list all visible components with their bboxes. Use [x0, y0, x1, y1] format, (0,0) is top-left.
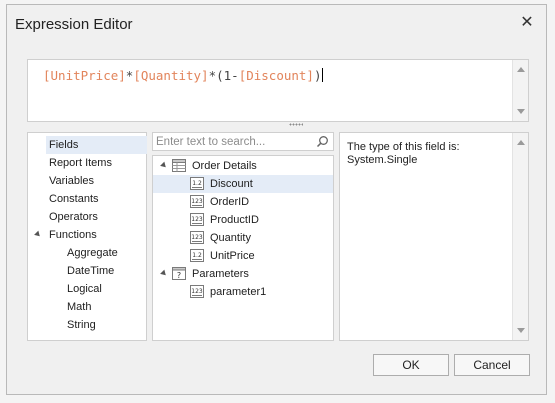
collapse-icon[interactable]: [34, 230, 42, 239]
description-line: System.Single: [347, 154, 418, 166]
category-item-constants[interactable]: Constants: [49, 190, 99, 208]
float-type-icon: 1.2: [190, 177, 204, 190]
dialog-title: Expression Editor: [15, 16, 133, 33]
table-icon: [172, 159, 186, 172]
category-item-string[interactable]: String: [67, 316, 96, 334]
category-item-fields[interactable]: Fields: [46, 136, 147, 154]
scroll-down-icon[interactable]: [517, 109, 525, 114]
tree-field-productid[interactable]: 123 ProductID: [153, 211, 333, 229]
tree-node-parameters[interactable]: ? Parameters: [153, 265, 333, 283]
tree-node-order-details[interactable]: Order Details: [153, 157, 333, 175]
category-item-functions[interactable]: Functions: [49, 226, 97, 244]
integer-type-icon: 123: [190, 285, 204, 298]
scroll-down-icon[interactable]: [517, 328, 525, 333]
parameter-icon: ?: [172, 267, 186, 280]
category-item-aggregate[interactable]: Aggregate: [67, 244, 118, 262]
tree-field-quantity[interactable]: 123 Quantity: [153, 229, 333, 247]
collapse-icon[interactable]: [160, 161, 168, 170]
category-item-report-items[interactable]: Report Items: [49, 154, 112, 172]
expression-token: [UnitPrice]: [43, 68, 126, 83]
category-item-operators[interactable]: Operators: [49, 208, 98, 226]
tree-field-parameter1[interactable]: 123 parameter1: [153, 283, 333, 301]
tree-field-discount[interactable]: 1.2 Discount: [153, 175, 333, 193]
cancel-button[interactable]: Cancel: [454, 354, 530, 376]
expression-editor[interactable]: [UnitPrice]*[Quantity]*(1-[Discount]): [27, 59, 529, 122]
category-list: Fields Report Items Variables Constants …: [27, 132, 147, 341]
integer-type-icon: 123: [190, 213, 204, 226]
expression-token: ): [313, 68, 322, 83]
scroll-up-icon[interactable]: [517, 140, 525, 145]
description-text: The type of this field is: System.Single: [347, 141, 460, 167]
description-panel: The type of this field is: System.Single: [339, 132, 529, 341]
close-icon[interactable]: ✕: [518, 14, 536, 32]
category-item-math[interactable]: Math: [67, 298, 91, 316]
tree-field-orderid[interactable]: 123 OrderID: [153, 193, 333, 211]
tree-field-label: ProductID: [210, 214, 259, 226]
scroll-up-icon[interactable]: [517, 67, 525, 72]
expression-token: *(1-: [208, 68, 239, 83]
tree-field-label: Discount: [210, 178, 253, 190]
integer-type-icon: 123: [190, 231, 204, 244]
tree-field-label: Quantity: [210, 232, 251, 244]
tree-field-label: OrderID: [210, 196, 250, 208]
tree-node-label: Order Details: [192, 160, 257, 172]
description-line: The type of this field is:: [347, 141, 460, 153]
expression-token: [Discount]: [238, 68, 314, 83]
ok-button[interactable]: OK: [373, 354, 449, 376]
tree-node-label: Parameters: [192, 268, 249, 280]
search-icon[interactable]: [316, 135, 329, 148]
category-item-logical[interactable]: Logical: [67, 280, 102, 298]
category-item-datetime[interactable]: DateTime: [67, 262, 114, 280]
tree-field-label: parameter1: [210, 286, 267, 298]
search-box[interactable]: [152, 132, 334, 151]
text-caret: [321, 68, 323, 82]
integer-type-icon: 123: [190, 195, 204, 208]
tree-field-label: UnitPrice: [210, 250, 255, 262]
tree-field-unitprice[interactable]: 1.2 UnitPrice: [153, 247, 333, 265]
editor-scrollbar[interactable]: [512, 60, 528, 121]
category-item-variables[interactable]: Variables: [49, 172, 94, 190]
splitter-grip[interactable]: [289, 123, 303, 126]
float-type-icon: 1.2: [190, 249, 204, 262]
collapse-icon[interactable]: [160, 269, 168, 278]
expression-editor-dialog: Expression Editor ✕ [UnitPrice]*[Quantit…: [6, 4, 547, 395]
expression-text[interactable]: [UnitPrice]*[Quantity]*(1-[Discount]): [43, 68, 323, 83]
expression-token: [Quantity]: [133, 68, 209, 83]
field-tree: Order Details 1.2 Discount 123 OrderID 1…: [152, 155, 334, 341]
search-input[interactable]: [156, 134, 311, 149]
svg-text:?: ?: [177, 271, 181, 280]
description-scrollbar[interactable]: [512, 133, 528, 340]
